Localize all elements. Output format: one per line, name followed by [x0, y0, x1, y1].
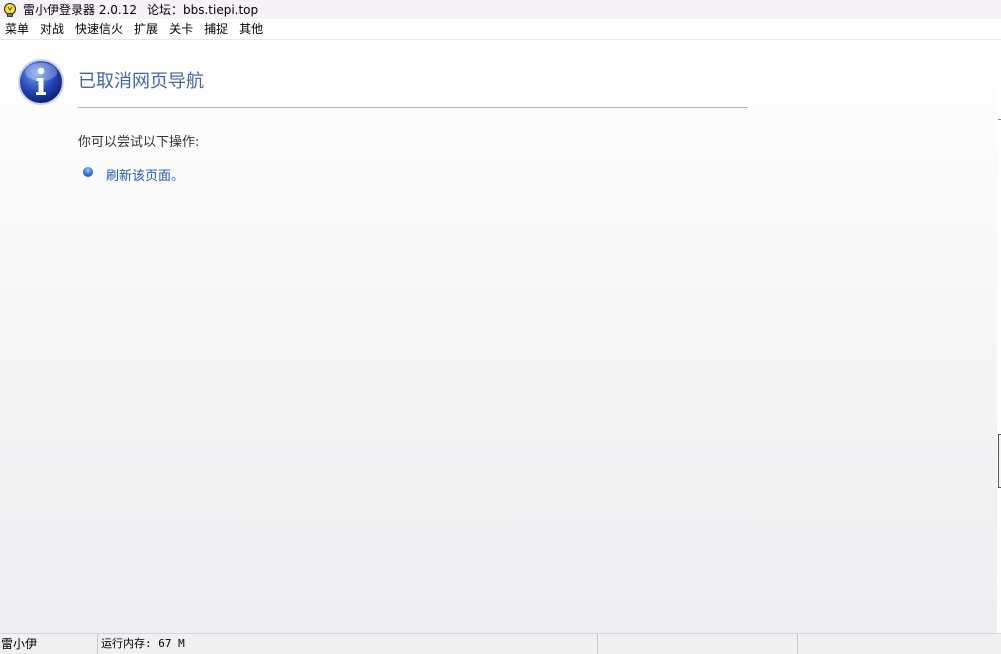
title-bar: 雷小伊登录器 2.0.12 论坛：bbs.tiepi.top: [0, 0, 1001, 19]
menu-levels[interactable]: 关卡: [164, 19, 199, 39]
status-pane-4: [798, 634, 1001, 654]
refresh-page-link[interactable]: 刷新该页面。: [106, 165, 184, 184]
page-heading: 已取消网页导航: [78, 71, 204, 92]
menu-quick-fire[interactable]: 快速信火: [70, 19, 129, 39]
status-bar: 雷小伊 运行内存: 67 M: [0, 633, 1001, 654]
suggestion-text: 你可以尝试以下操作:: [78, 135, 200, 150]
right-edge: [997, 40, 1001, 633]
menu-main[interactable]: 菜单: [0, 19, 35, 39]
menu-capture[interactable]: 捕捉: [199, 19, 234, 39]
blue-bullet-icon: [83, 167, 93, 177]
heading-divider: [78, 107, 748, 108]
menu-extensions[interactable]: 扩展: [129, 19, 164, 39]
forum-label: 论坛：bbs.tiepi.top: [146, 3, 259, 17]
menu-battle[interactable]: 对战: [35, 19, 70, 39]
info-icon: [18, 59, 64, 105]
lightbulb-icon[interactable]: [2, 2, 18, 18]
menu-bar: 菜单 对战 快速信火 扩展 关卡 捕捉 其他: [0, 19, 1001, 40]
status-pane-3: [598, 634, 798, 654]
status-memory: 运行内存: 67 M: [98, 634, 598, 654]
browser-content: 已取消网页导航 你可以尝试以下操作: 刷新该页面。: [0, 40, 997, 633]
window-title: 雷小伊登录器 2.0.12: [23, 3, 137, 17]
status-user: 雷小伊: [0, 634, 98, 654]
menu-other[interactable]: 其他: [234, 19, 269, 39]
